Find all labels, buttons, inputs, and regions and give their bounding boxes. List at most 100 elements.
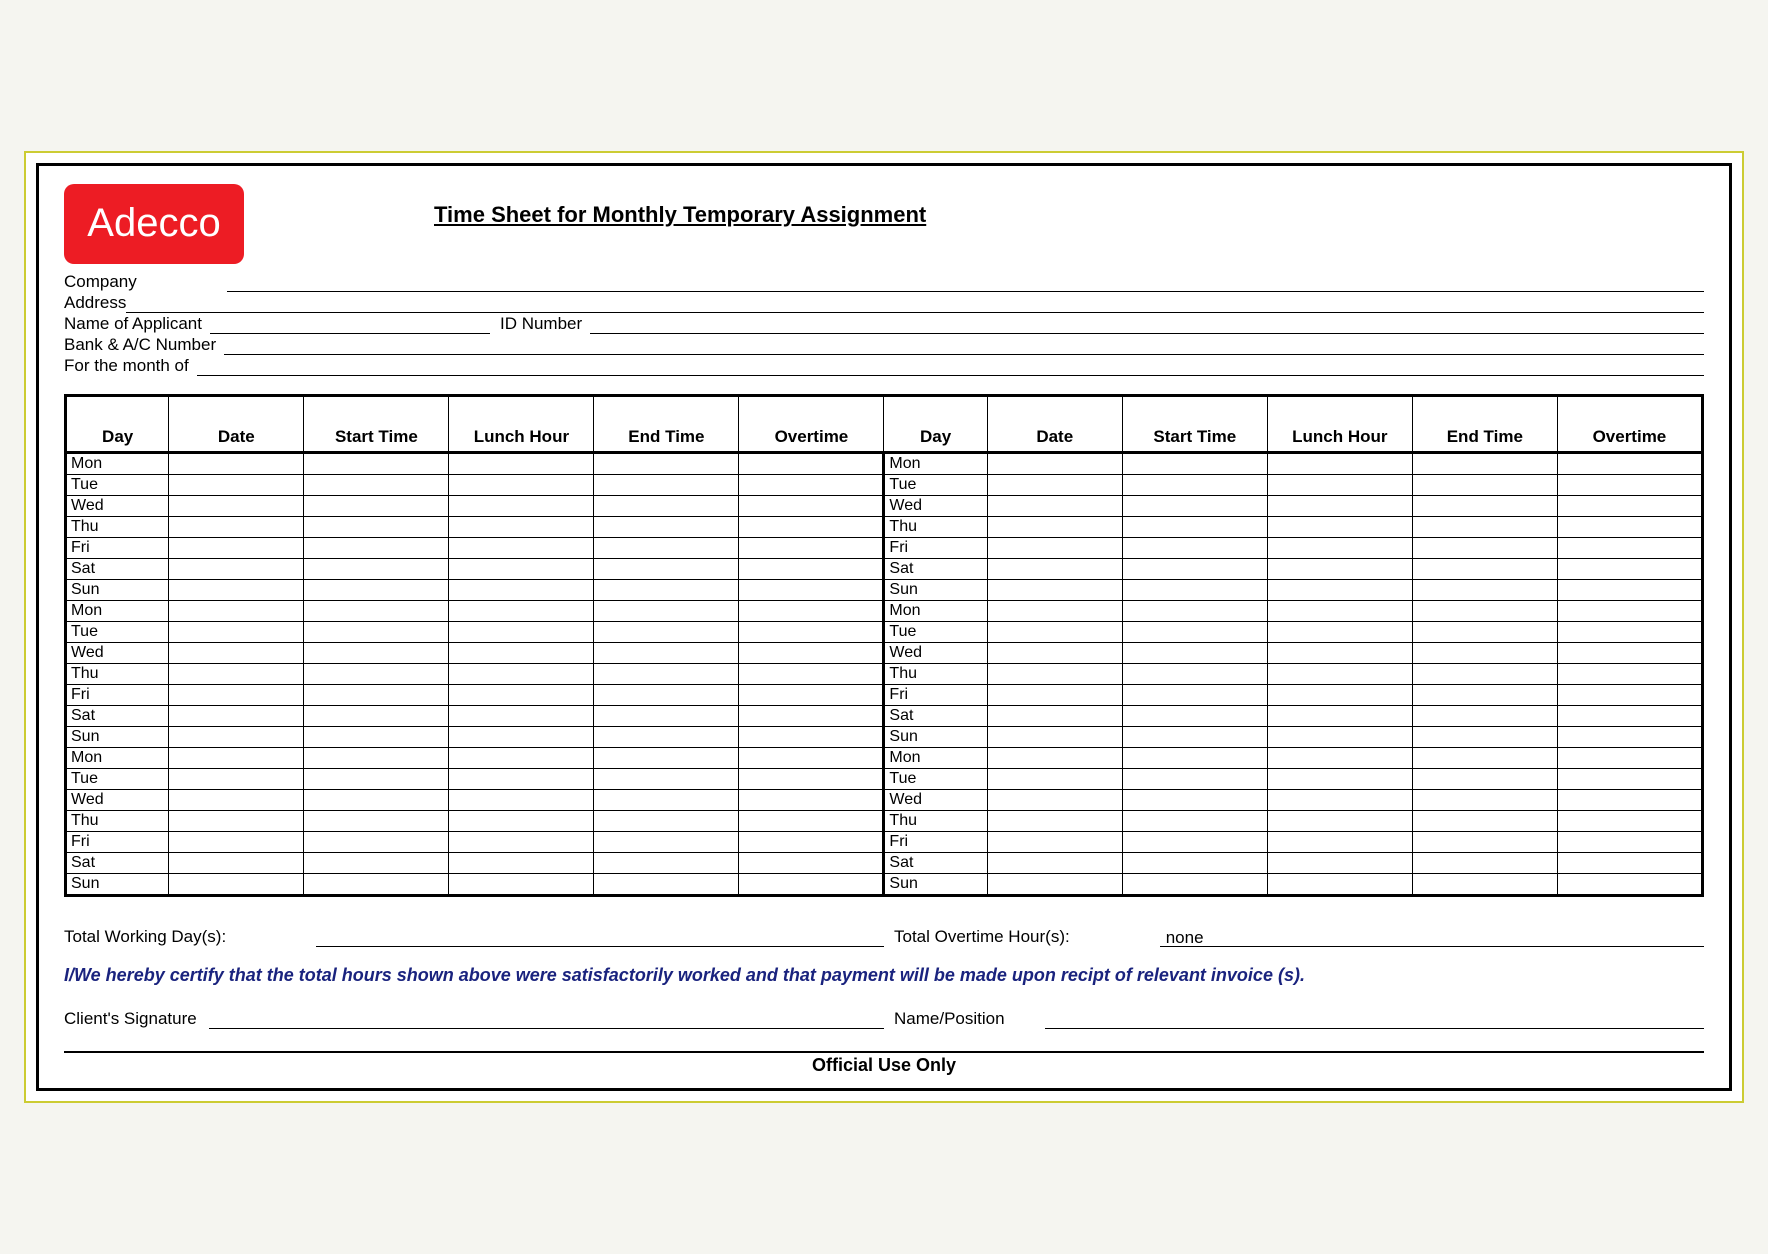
bank-field[interactable] xyxy=(224,336,1704,355)
data-cell[interactable] xyxy=(1412,579,1557,600)
data-cell[interactable] xyxy=(1122,873,1267,895)
data-cell[interactable] xyxy=(1267,726,1412,747)
data-cell[interactable] xyxy=(1412,558,1557,579)
data-cell[interactable] xyxy=(594,789,739,810)
data-cell[interactable] xyxy=(449,831,594,852)
data-cell[interactable] xyxy=(1267,747,1412,768)
data-cell[interactable] xyxy=(169,621,304,642)
data-cell[interactable] xyxy=(1557,726,1702,747)
data-cell[interactable] xyxy=(304,852,449,873)
data-cell[interactable] xyxy=(1557,810,1702,831)
data-cell[interactable] xyxy=(1557,474,1702,495)
data-cell[interactable] xyxy=(304,789,449,810)
data-cell[interactable] xyxy=(449,495,594,516)
data-cell[interactable] xyxy=(449,537,594,558)
data-cell[interactable] xyxy=(1412,726,1557,747)
data-cell[interactable] xyxy=(1122,705,1267,726)
data-cell[interactable] xyxy=(1122,642,1267,663)
data-cell[interactable] xyxy=(1412,495,1557,516)
data-cell[interactable] xyxy=(169,684,304,705)
data-cell[interactable] xyxy=(739,684,884,705)
data-cell[interactable] xyxy=(594,810,739,831)
data-cell[interactable] xyxy=(1557,600,1702,621)
id-number-field[interactable] xyxy=(590,315,1704,334)
data-cell[interactable] xyxy=(304,831,449,852)
data-cell[interactable] xyxy=(1557,705,1702,726)
data-cell[interactable] xyxy=(1267,768,1412,789)
data-cell[interactable] xyxy=(1557,684,1702,705)
data-cell[interactable] xyxy=(304,452,449,474)
data-cell[interactable] xyxy=(594,747,739,768)
applicant-field[interactable] xyxy=(210,315,490,334)
data-cell[interactable] xyxy=(449,621,594,642)
data-cell[interactable] xyxy=(987,705,1122,726)
data-cell[interactable] xyxy=(304,642,449,663)
data-cell[interactable] xyxy=(1412,747,1557,768)
data-cell[interactable] xyxy=(1412,516,1557,537)
data-cell[interactable] xyxy=(304,537,449,558)
data-cell[interactable] xyxy=(987,684,1122,705)
data-cell[interactable] xyxy=(1122,747,1267,768)
data-cell[interactable] xyxy=(169,579,304,600)
data-cell[interactable] xyxy=(449,642,594,663)
data-cell[interactable] xyxy=(987,621,1122,642)
data-cell[interactable] xyxy=(1267,705,1412,726)
data-cell[interactable] xyxy=(1122,663,1267,684)
data-cell[interactable] xyxy=(304,621,449,642)
data-cell[interactable] xyxy=(449,516,594,537)
data-cell[interactable] xyxy=(449,474,594,495)
data-cell[interactable] xyxy=(987,558,1122,579)
data-cell[interactable] xyxy=(1412,600,1557,621)
data-cell[interactable] xyxy=(987,810,1122,831)
data-cell[interactable] xyxy=(1267,810,1412,831)
data-cell[interactable] xyxy=(594,663,739,684)
data-cell[interactable] xyxy=(1122,600,1267,621)
data-cell[interactable] xyxy=(169,747,304,768)
data-cell[interactable] xyxy=(1412,831,1557,852)
data-cell[interactable] xyxy=(987,642,1122,663)
data-cell[interactable] xyxy=(1557,495,1702,516)
data-cell[interactable] xyxy=(1267,452,1412,474)
month-field[interactable] xyxy=(197,357,1704,376)
data-cell[interactable] xyxy=(1557,831,1702,852)
data-cell[interactable] xyxy=(987,516,1122,537)
client-signature-field[interactable] xyxy=(209,1010,884,1029)
data-cell[interactable] xyxy=(169,789,304,810)
data-cell[interactable] xyxy=(304,705,449,726)
data-cell[interactable] xyxy=(594,684,739,705)
data-cell[interactable] xyxy=(304,495,449,516)
data-cell[interactable] xyxy=(594,537,739,558)
data-cell[interactable] xyxy=(1557,516,1702,537)
data-cell[interactable] xyxy=(1122,558,1267,579)
data-cell[interactable] xyxy=(1122,726,1267,747)
data-cell[interactable] xyxy=(987,474,1122,495)
data-cell[interactable] xyxy=(1122,579,1267,600)
data-cell[interactable] xyxy=(594,768,739,789)
total-overtime-field[interactable]: none xyxy=(1160,928,1704,947)
data-cell[interactable] xyxy=(1122,537,1267,558)
data-cell[interactable] xyxy=(1267,495,1412,516)
data-cell[interactable] xyxy=(594,873,739,895)
data-cell[interactable] xyxy=(304,474,449,495)
data-cell[interactable] xyxy=(169,726,304,747)
data-cell[interactable] xyxy=(1122,789,1267,810)
data-cell[interactable] xyxy=(169,663,304,684)
data-cell[interactable] xyxy=(1122,810,1267,831)
data-cell[interactable] xyxy=(1267,579,1412,600)
company-field[interactable] xyxy=(227,273,1704,292)
data-cell[interactable] xyxy=(304,873,449,895)
data-cell[interactable] xyxy=(987,663,1122,684)
data-cell[interactable] xyxy=(594,579,739,600)
data-cell[interactable] xyxy=(739,747,884,768)
data-cell[interactable] xyxy=(594,600,739,621)
data-cell[interactable] xyxy=(1267,873,1412,895)
data-cell[interactable] xyxy=(1267,663,1412,684)
data-cell[interactable] xyxy=(1412,705,1557,726)
data-cell[interactable] xyxy=(1412,452,1557,474)
data-cell[interactable] xyxy=(739,873,884,895)
data-cell[interactable] xyxy=(1557,663,1702,684)
data-cell[interactable] xyxy=(594,558,739,579)
data-cell[interactable] xyxy=(739,495,884,516)
data-cell[interactable] xyxy=(1267,642,1412,663)
data-cell[interactable] xyxy=(987,789,1122,810)
